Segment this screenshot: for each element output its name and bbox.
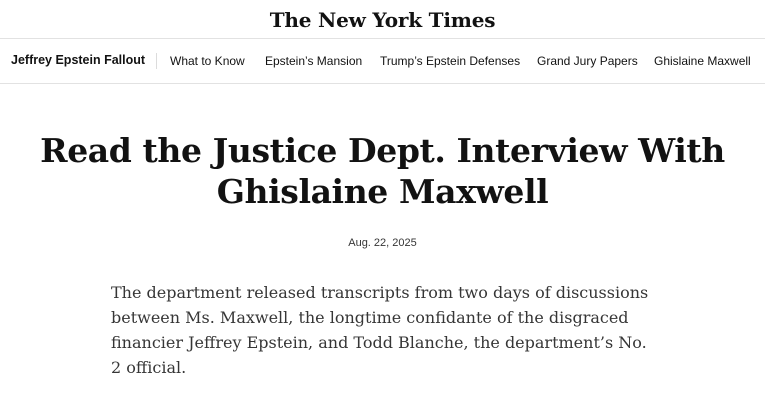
headline-line-2: Ghislaine Maxwell bbox=[216, 172, 549, 211]
nav-divider bbox=[156, 53, 157, 69]
article-headline: Read the Justice Dept. Interview With Gh… bbox=[30, 130, 735, 212]
headline-line-1: Read the Justice Dept. Interview With bbox=[40, 131, 725, 170]
nav-section-title[interactable]: Jeffrey Epstein Fallout bbox=[11, 53, 145, 67]
article-date: Aug. 22, 2025 bbox=[348, 237, 417, 249]
nav-link-epsteins-mansion[interactable]: Epstein’s Mansion bbox=[265, 54, 362, 68]
section-nav: Jeffrey Epstein Fallout What to Know Eps… bbox=[0, 38, 765, 84]
nav-link-trumps-epstein-defenses[interactable]: Trump’s Epstein Defenses bbox=[380, 54, 520, 68]
nav-link-ghislaine-maxwell[interactable]: Ghislaine Maxwell bbox=[654, 54, 751, 68]
nav-link-what-to-know[interactable]: What to Know bbox=[170, 54, 245, 68]
nav-link-grand-jury-papers[interactable]: Grand Jury Papers bbox=[537, 54, 638, 68]
nyt-logo[interactable]: The New York Times bbox=[270, 8, 496, 32]
masthead: The New York Times bbox=[0, 0, 765, 38]
article-summary: The department released transcripts from… bbox=[111, 283, 649, 377]
